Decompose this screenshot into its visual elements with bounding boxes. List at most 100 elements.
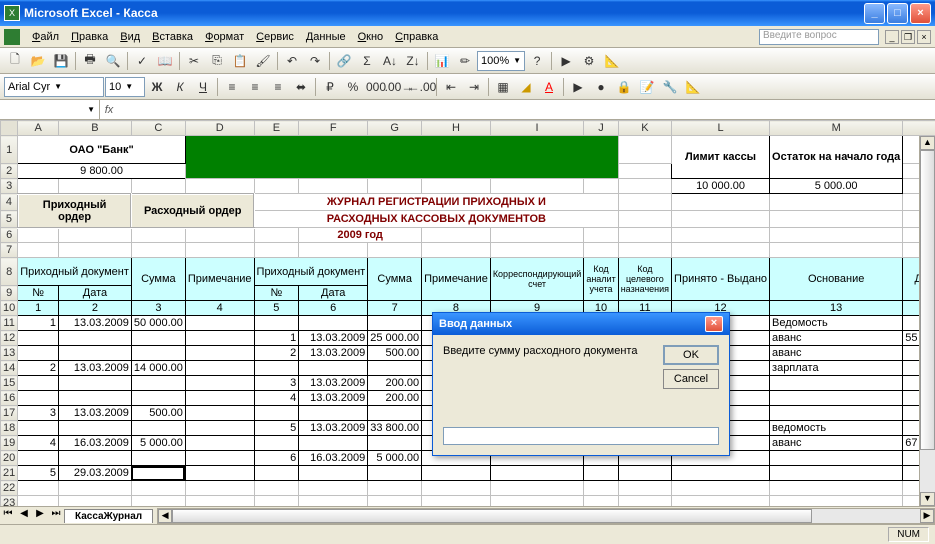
- menu-Справка[interactable]: Справка: [389, 29, 444, 45]
- menu-Формат[interactable]: Формат: [199, 29, 250, 45]
- cell-J22[interactable]: [584, 481, 618, 496]
- cell-F16[interactable]: 13.03.2009: [299, 391, 368, 406]
- cell-B14[interactable]: 13.03.2009: [59, 361, 132, 376]
- col-header-D[interactable]: D: [185, 121, 254, 136]
- cell-C11[interactable]: 50 000.00: [131, 316, 185, 331]
- bold-button[interactable]: Ж: [146, 76, 168, 98]
- decrease-indent-button[interactable]: ⇤: [440, 76, 462, 98]
- cell-C14[interactable]: 14 000.00: [131, 361, 185, 376]
- cell-J23[interactable]: [584, 496, 618, 507]
- cell-G12[interactable]: 25 000.00: [368, 331, 422, 346]
- cell-B13[interactable]: [59, 346, 132, 361]
- cell-F20[interactable]: 16.03.2009: [299, 451, 368, 466]
- cell-F3[interactable]: [299, 179, 368, 194]
- scroll-thumb[interactable]: [920, 150, 935, 450]
- cell-C21[interactable]: [131, 466, 185, 481]
- cell-D6[interactable]: [185, 228, 254, 243]
- maximize-button[interactable]: □: [887, 3, 908, 24]
- cell-D7[interactable]: [185, 243, 254, 258]
- vba-button[interactable]: ▶: [555, 50, 577, 72]
- underline-button[interactable]: Ч: [192, 76, 214, 98]
- hyperlink-button[interactable]: 🔗: [333, 50, 355, 72]
- select-all-corner[interactable]: [1, 121, 18, 136]
- cell-B3[interactable]: [59, 179, 132, 194]
- row-header-10[interactable]: 10: [1, 301, 18, 316]
- fx-button[interactable]: fx: [100, 104, 118, 116]
- cell-E6[interactable]: [254, 228, 299, 243]
- cell-A18[interactable]: [18, 421, 59, 436]
- cell-C16[interactable]: [131, 391, 185, 406]
- menu-Сервис[interactable]: Сервис: [250, 29, 300, 45]
- help-button[interactable]: ?: [526, 50, 548, 72]
- format-painter-button[interactable]: 🖌: [252, 50, 274, 72]
- print-button[interactable]: 🖶: [79, 50, 101, 72]
- font-name-combo[interactable]: Arial Cyr▼: [4, 77, 104, 97]
- cell-E12[interactable]: 1: [254, 331, 299, 346]
- controls-button[interactable]: ⚙: [578, 50, 600, 72]
- percent-button[interactable]: %: [342, 76, 364, 98]
- autosum-button[interactable]: Σ: [356, 50, 378, 72]
- cell-B15[interactable]: [59, 376, 132, 391]
- cell-M12[interactable]: аванс: [770, 331, 903, 346]
- cell-F19[interactable]: [299, 436, 368, 451]
- cell-M6[interactable]: [770, 228, 903, 243]
- col-header-A[interactable]: A: [18, 121, 59, 136]
- cell-I6[interactable]: [490, 228, 584, 243]
- cell-M17[interactable]: [770, 406, 903, 421]
- cell-C18[interactable]: [131, 421, 185, 436]
- cell-A22[interactable]: [18, 481, 59, 496]
- cell-L6[interactable]: [672, 228, 770, 243]
- cell-I23[interactable]: [490, 496, 584, 507]
- mdi-minimize-button[interactable]: _: [885, 30, 899, 44]
- cell-E16[interactable]: 4: [254, 391, 299, 406]
- row-header-14[interactable]: 14: [1, 361, 18, 376]
- close-button[interactable]: ×: [910, 3, 931, 24]
- cell-E17[interactable]: [254, 406, 299, 421]
- cell-C6[interactable]: [131, 228, 185, 243]
- fill-color-button[interactable]: ◢: [515, 76, 537, 98]
- cell-G15[interactable]: 200.00: [368, 376, 422, 391]
- menu-Данные[interactable]: Данные: [300, 29, 352, 45]
- cell-F17[interactable]: [299, 406, 368, 421]
- record-macro-button[interactable]: ●: [590, 76, 612, 98]
- cell-C15[interactable]: [131, 376, 185, 391]
- row-header-6[interactable]: 6: [1, 228, 18, 243]
- col-header-M[interactable]: M: [770, 121, 903, 136]
- cell-B20[interactable]: [59, 451, 132, 466]
- paste-button[interactable]: 📋: [229, 50, 251, 72]
- vertical-scrollbar[interactable]: ▲ ▼: [919, 136, 935, 506]
- design-mode-button[interactable]: 📐: [601, 50, 623, 72]
- cell-D20[interactable]: [185, 451, 254, 466]
- cell-F23[interactable]: [299, 496, 368, 507]
- design-button[interactable]: 📐: [682, 76, 704, 98]
- cell-E14[interactable]: [254, 361, 299, 376]
- cell-J21[interactable]: [584, 466, 618, 481]
- cell-D13[interactable]: [185, 346, 254, 361]
- formula-input[interactable]: [118, 104, 935, 116]
- cell-A11[interactable]: 1: [18, 316, 59, 331]
- mdi-close-button[interactable]: ×: [917, 30, 931, 44]
- mdi-restore-button[interactable]: ❐: [901, 30, 915, 44]
- align-center-button[interactable]: ≡: [244, 76, 266, 98]
- cell-G23[interactable]: [368, 496, 422, 507]
- cell-I3[interactable]: [490, 179, 584, 194]
- undo-button[interactable]: ↶: [281, 50, 303, 72]
- spelling-button[interactable]: ✓: [131, 50, 153, 72]
- ok-button[interactable]: OK: [663, 345, 719, 365]
- cell-B23[interactable]: [59, 496, 132, 507]
- cell-C19[interactable]: 5 000.00: [131, 436, 185, 451]
- cell-G21[interactable]: [368, 466, 422, 481]
- run-macro-button[interactable]: ▶: [567, 76, 589, 98]
- menu-Правка[interactable]: Правка: [65, 29, 114, 45]
- cell-B12[interactable]: [59, 331, 132, 346]
- copy-button[interactable]: ⎘: [206, 50, 228, 72]
- cell-K3[interactable]: [618, 179, 671, 194]
- col-header-B[interactable]: B: [59, 121, 132, 136]
- cell-L5[interactable]: [672, 211, 770, 228]
- cell-G17[interactable]: [368, 406, 422, 421]
- cell-A19[interactable]: 4: [18, 436, 59, 451]
- cell-A21[interactable]: 5: [18, 466, 59, 481]
- font-size-combo[interactable]: 10▼: [105, 77, 145, 97]
- cell-M7[interactable]: [770, 243, 903, 258]
- zoom-combo[interactable]: 100%▼: [477, 51, 525, 71]
